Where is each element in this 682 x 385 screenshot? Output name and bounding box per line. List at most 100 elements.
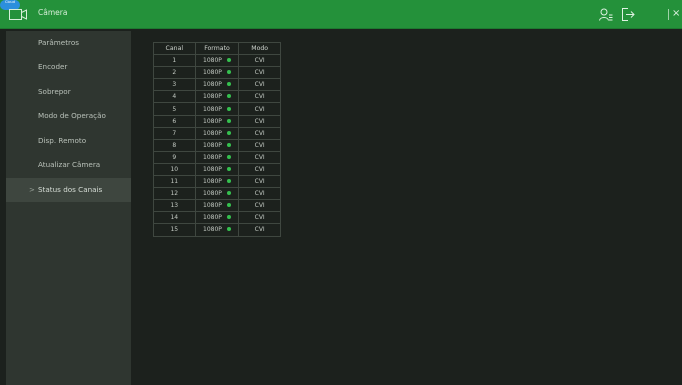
canal-cell: 3	[153, 78, 196, 92]
modo-cell: CVI	[238, 126, 281, 140]
formato-value: 1080P	[203, 81, 222, 89]
modo-cell: CVI	[238, 162, 281, 177]
sidebar-item-label: Parâmetros	[38, 38, 79, 47]
formato-cell: 1080P	[194, 223, 240, 237]
modo-cell: CVI	[238, 223, 281, 237]
top-bar: Câmera Cloud ×	[0, 0, 682, 29]
modo-cell: CVI	[238, 150, 281, 164]
formato-value: 1080P	[203, 190, 222, 198]
chevron-right-icon: >	[29, 186, 35, 194]
status-dot-icon	[226, 142, 231, 147]
formato-value: 1080P	[203, 57, 222, 65]
status-dot-icon	[226, 70, 231, 75]
table-row: 9 1080P CVI	[153, 150, 281, 164]
formato-value: 1080P	[203, 105, 222, 113]
formato-cell: 1080P	[194, 114, 240, 128]
status-dot-icon	[226, 191, 231, 196]
formato-value: 1080P	[203, 202, 222, 210]
modo-cell: CVI	[238, 66, 281, 80]
formato-value: 1080P	[203, 214, 222, 222]
sidebar-item-disp-remoto[interactable]: Disp. Remoto	[6, 129, 131, 153]
table-header-row: Canal Formato Modo	[153, 41, 281, 56]
modo-cell: CVI	[238, 90, 281, 104]
logout-icon[interactable]	[622, 8, 635, 21]
formato-cell: 1080P	[194, 126, 240, 140]
status-dot-icon	[226, 215, 231, 220]
canal-cell: 14	[153, 211, 196, 225]
status-dot-icon	[226, 130, 231, 135]
sidebar-item-label: Modo de Operação	[38, 111, 106, 120]
sidebar-item-parametros[interactable]: Parâmetros	[6, 31, 131, 55]
channel-status-table: Canal Formato Modo 1 1080P CVI 2 1080P CVI 3 10…	[153, 41, 281, 237]
formato-value: 1080P	[203, 165, 222, 173]
formato-value: 1080P	[203, 153, 222, 161]
canal-cell: 4	[153, 90, 196, 104]
formato-cell: 1080P	[194, 162, 240, 177]
modo-cell: CVI	[238, 114, 281, 128]
formato-value: 1080P	[203, 93, 222, 101]
canal-cell: 5	[153, 102, 196, 116]
status-dot-icon	[226, 179, 231, 184]
canal-cell: 1	[153, 54, 196, 68]
formato-value: 1080P	[203, 226, 222, 234]
sidebar-item-label: Disp. Remoto	[38, 136, 87, 145]
user-icon[interactable]	[599, 8, 613, 21]
modo-cell: CVI	[238, 102, 281, 116]
column-header-formato: Formato	[194, 41, 240, 56]
table-body: 1 1080P CVI 2 1080P CVI 3 1080P CVI 4 1080P CVI 5 108…	[153, 54, 281, 237]
formato-value: 1080P	[203, 141, 222, 149]
table-row: 11 1080P CVI	[153, 175, 281, 189]
sidebar: Parâmetros Encoder Sobrepor Modo de Oper…	[6, 31, 131, 385]
sidebar-item-encoder[interactable]: Encoder	[6, 55, 131, 79]
table-row: 15 1080P CVI	[153, 223, 281, 237]
canal-cell: 10	[153, 162, 196, 177]
close-icon[interactable]: ×	[672, 7, 682, 21]
formato-value: 1080P	[203, 69, 222, 77]
table-row: 5 1080P CVI	[153, 102, 281, 116]
table-row: 3 1080P CVI	[153, 78, 281, 92]
formato-cell: 1080P	[194, 199, 240, 213]
column-header-modo: Modo	[238, 41, 281, 56]
main-content: Canal Formato Modo 1 1080P CVI 2 1080P CVI 3 10…	[131, 31, 682, 385]
sidebar-item-label: Status dos Canais	[38, 185, 103, 194]
canal-cell: 12	[153, 187, 196, 201]
table-row: 7 1080P CVI	[153, 126, 281, 140]
canal-cell: 7	[153, 126, 196, 140]
formato-cell: 1080P	[194, 150, 240, 164]
modo-cell: CVI	[238, 187, 281, 201]
formato-cell: 1080P	[194, 175, 240, 189]
table-row: 1 1080P CVI	[153, 54, 281, 68]
status-dot-icon	[226, 82, 231, 87]
cloud-label: Cloud	[5, 0, 15, 4]
canal-cell: 8	[153, 138, 196, 152]
sidebar-item-label: Encoder	[38, 62, 68, 71]
modo-cell: CVI	[238, 78, 281, 92]
status-dot-icon	[226, 94, 231, 99]
formato-cell: 1080P	[194, 90, 240, 104]
modo-cell: CVI	[238, 175, 281, 189]
table-row: 14 1080P CVI	[153, 211, 281, 225]
modo-cell: CVI	[238, 211, 281, 225]
table-row: 6 1080P CVI	[153, 114, 281, 128]
column-header-canal: Canal	[153, 41, 196, 56]
formato-cell: 1080P	[194, 102, 240, 116]
formato-cell: 1080P	[194, 211, 240, 225]
sidebar-item-label: Atualizar Câmera	[38, 160, 101, 169]
table-row: 2 1080P CVI	[153, 66, 281, 80]
sidebar-item-sobrepor[interactable]: Sobrepor	[6, 80, 131, 104]
sidebar-item-modo-de-operacao[interactable]: Modo de Operação	[6, 104, 131, 128]
status-dot-icon	[226, 227, 231, 232]
table-row: 8 1080P CVI	[153, 138, 281, 152]
formato-cell: 1080P	[194, 66, 240, 80]
page-title: Câmera	[38, 8, 68, 17]
canal-cell: 6	[153, 114, 196, 128]
status-dot-icon	[226, 106, 231, 111]
formato-cell: 1080P	[194, 78, 240, 92]
sidebar-item-atualizar-camera[interactable]: Atualizar Câmera	[6, 153, 131, 177]
formato-value: 1080P	[203, 129, 222, 137]
canal-cell: 15	[153, 223, 196, 237]
formato-cell: 1080P	[194, 138, 240, 152]
formato-cell: 1080P	[194, 54, 240, 68]
sidebar-item-status-dos-canais[interactable]: > Status dos Canais	[6, 178, 131, 202]
canal-cell: 2	[153, 66, 196, 80]
